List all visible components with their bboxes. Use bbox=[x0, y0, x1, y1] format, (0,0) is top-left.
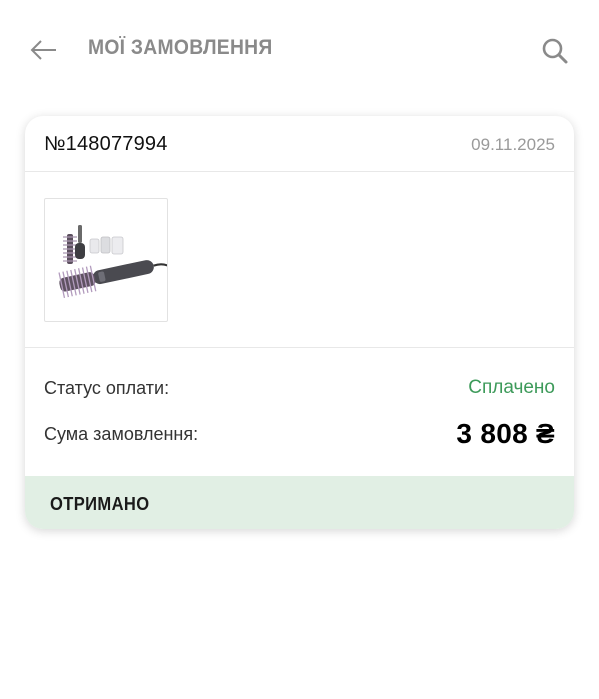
hair-styler-product-image bbox=[58, 225, 169, 299]
order-status: ОТРИМАНО bbox=[50, 494, 150, 514]
top-app-bar: МОЇ ЗАМОВЛЕННЯ bbox=[0, 0, 599, 100]
order-sum-label: Сума замовлення: bbox=[44, 424, 199, 444]
search-button[interactable] bbox=[534, 30, 576, 72]
order-sum-value: 3 808 ₴ bbox=[456, 418, 555, 449]
page-title: МОЇ ЗАМОВЛЕННЯ bbox=[88, 36, 273, 59]
product-thumbnail[interactable] bbox=[44, 198, 169, 322]
back-button[interactable] bbox=[24, 30, 64, 70]
order-products bbox=[25, 172, 574, 348]
order-card-header: №148077994 09.11.2025 bbox=[25, 116, 574, 172]
search-icon bbox=[542, 38, 568, 64]
arrow-left-icon bbox=[30, 40, 56, 60]
order-summary: Статус оплати: Сплачено Сума замовлення:… bbox=[25, 348, 574, 476]
payment-status-label: Статус оплати: bbox=[44, 378, 170, 398]
payment-status-value: Сплачено bbox=[468, 377, 555, 398]
order-card[interactable]: №148077994 09.11.2025 Статус оплати: Спл… bbox=[25, 116, 574, 529]
order-date: 09.11.2025 bbox=[471, 135, 555, 154]
order-number: №148077994 bbox=[44, 133, 168, 155]
order-status-bar: ОТРИМАНО bbox=[25, 476, 574, 529]
